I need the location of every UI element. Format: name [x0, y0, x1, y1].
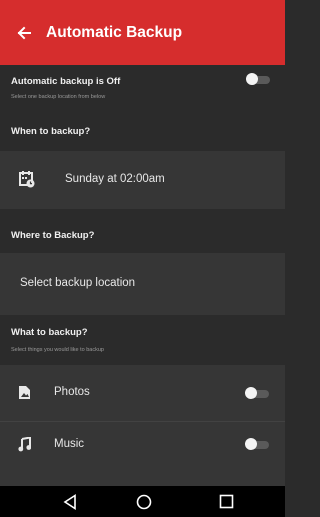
- schedule-row[interactable]: Sunday at 02:00am: [0, 151, 285, 209]
- app-bar: Automatic Backup: [0, 0, 285, 65]
- photos-label: Photos: [54, 386, 90, 398]
- music-icon: [18, 437, 31, 452]
- photo-icon: [19, 386, 30, 399]
- what-section: What to backup? Select things you would …: [0, 315, 285, 365]
- nav-back-button[interactable]: [50, 486, 90, 517]
- what-section-title: What to backup?: [11, 327, 88, 338]
- backup-location-row[interactable]: Select backup location: [0, 253, 285, 315]
- page-title: Automatic Backup: [46, 23, 183, 41]
- photos-row[interactable]: Photos: [0, 365, 285, 421]
- backup-location-value: Select backup location: [20, 277, 136, 289]
- back-arrow-icon: [17, 26, 31, 39]
- system-nav-bar: [0, 486, 285, 517]
- calendar-clock-icon: [19, 171, 35, 188]
- schedule-value: Sunday at 02:00am: [65, 173, 165, 185]
- toggle-thumb: [245, 438, 257, 450]
- toggle-thumb: [246, 73, 258, 85]
- where-section-title: Where to Backup?: [11, 230, 95, 241]
- music-label: Music: [54, 438, 85, 450]
- square-recents-icon: [219, 494, 233, 509]
- auto-backup-label: Automatic backup is Off: [11, 76, 121, 87]
- when-section-title: When to backup?: [11, 126, 91, 137]
- auto-backup-section: Automatic backup is Off Select one backu…: [0, 65, 285, 151]
- music-toggle[interactable]: [245, 438, 269, 450]
- auto-backup-toggle[interactable]: [246, 73, 270, 85]
- auto-backup-sublabel: Select one backup location from below: [11, 94, 106, 100]
- music-row[interactable]: Music: [0, 422, 285, 486]
- nav-recents-button[interactable]: [206, 486, 246, 517]
- photos-toggle[interactable]: [245, 387, 269, 399]
- what-section-sublabel: Select things you would like to backup: [11, 347, 104, 353]
- back-button[interactable]: [6, 13, 42, 53]
- where-section: Where to Backup?: [0, 209, 285, 253]
- toggle-thumb: [245, 387, 257, 399]
- nav-home-button[interactable]: [124, 486, 164, 517]
- circle-home-icon: [136, 494, 152, 509]
- triangle-back-icon: [63, 493, 76, 510]
